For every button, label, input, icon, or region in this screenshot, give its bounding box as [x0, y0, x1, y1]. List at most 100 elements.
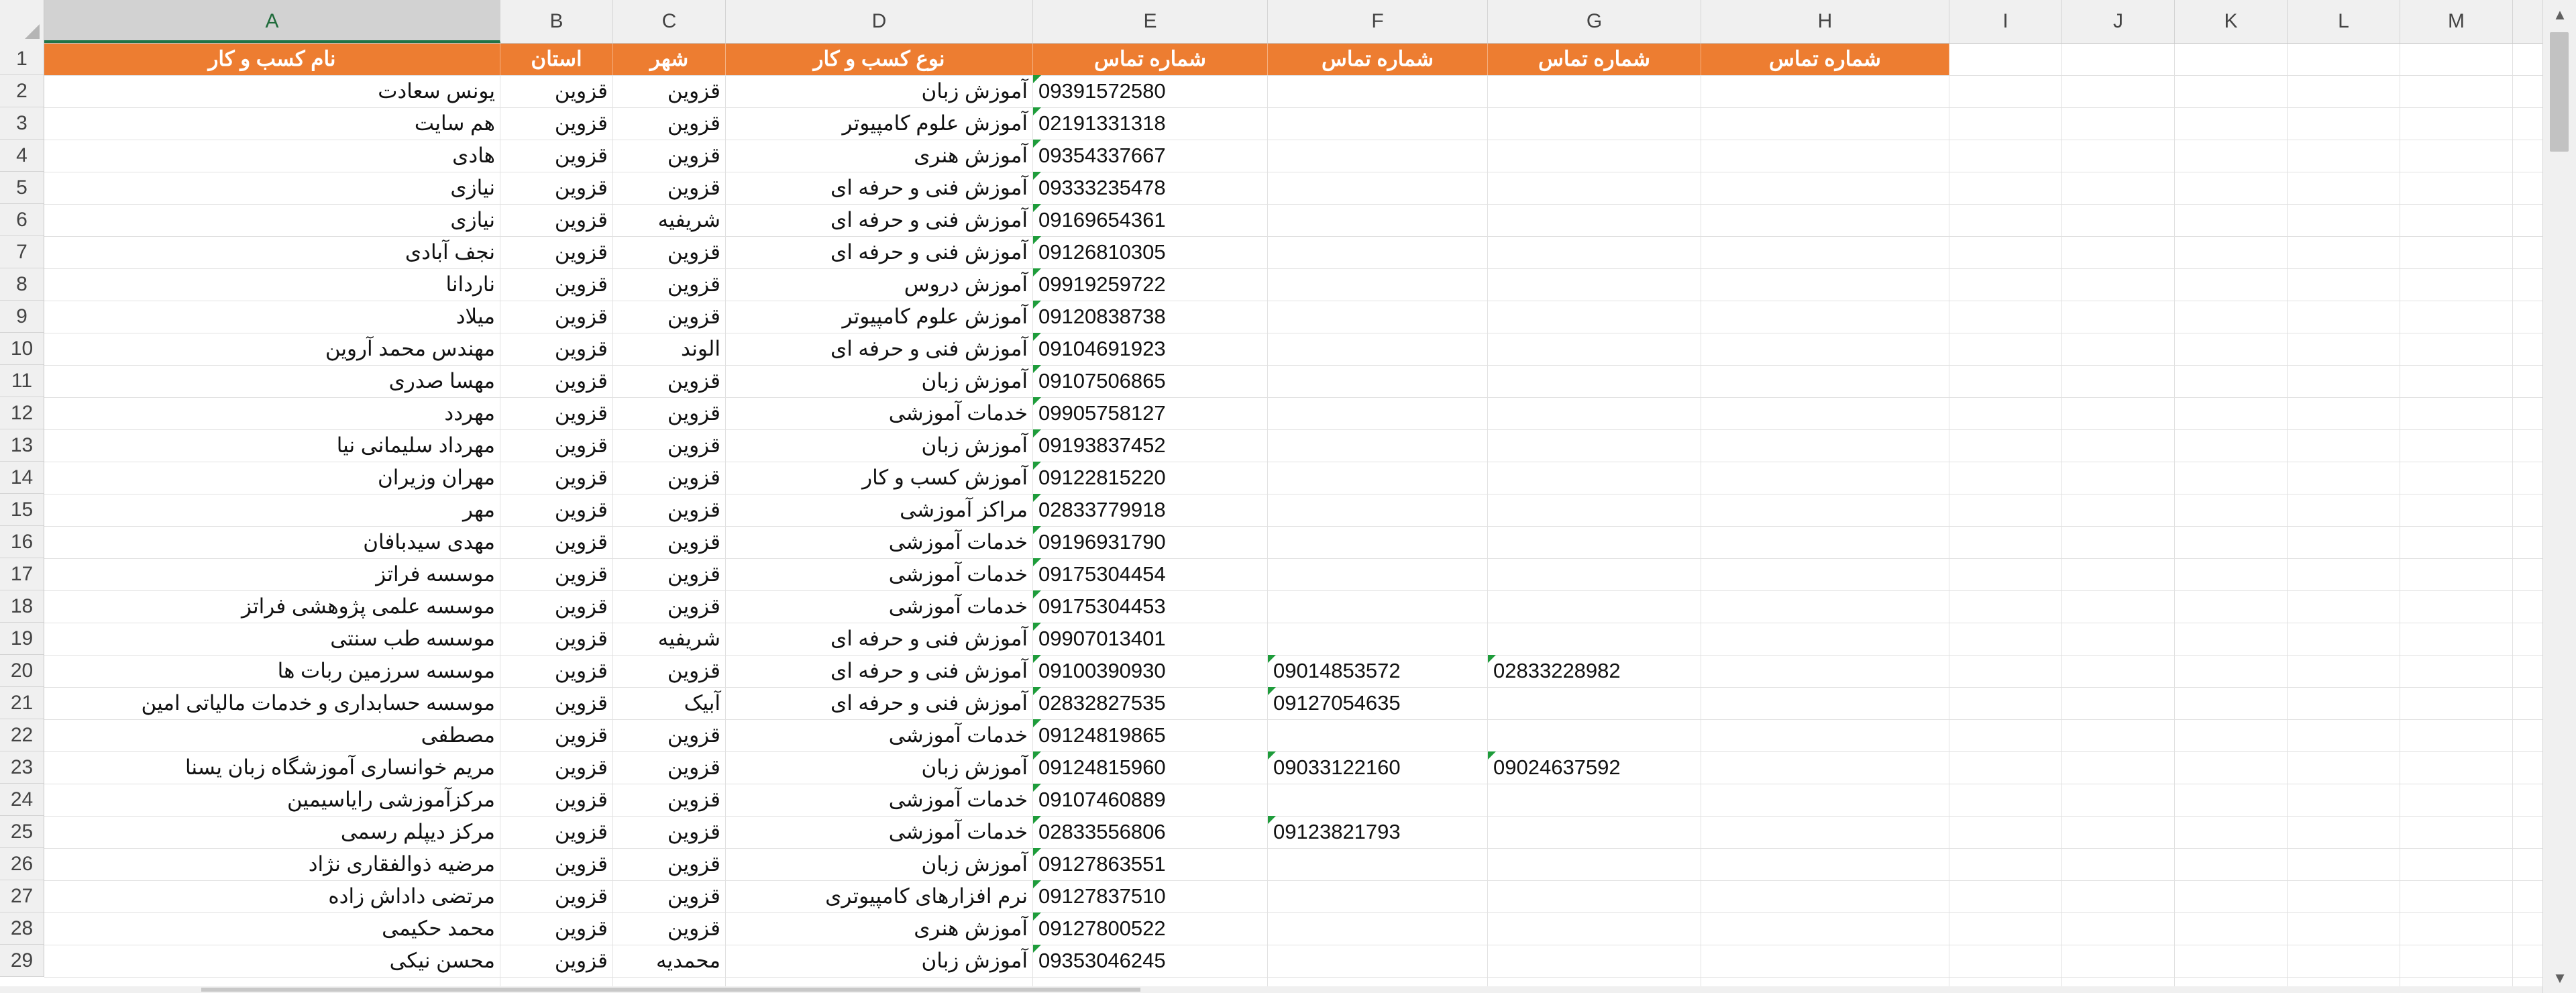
row-header-8[interactable]: 8 — [0, 268, 44, 301]
cell-d14[interactable]: آموزش کسب و کار — [726, 462, 1033, 494]
number-as-text-flag-icon[interactable] — [1033, 590, 1041, 598]
cell-d11[interactable]: آموزش زبان — [726, 365, 1033, 397]
cell-e11[interactable]: 09107506865 — [1033, 365, 1268, 397]
cell-d17[interactable]: خدمات آموزشی — [726, 558, 1033, 590]
cell-c9[interactable]: قزوین — [613, 301, 726, 333]
spreadsheet[interactable]: نام کسب و کار استان شهر نوع کسب و کار شماره … — [0, 0, 2576, 993]
cell-a1[interactable]: نام کسب و کار — [44, 43, 500, 75]
cell-f1[interactable]: شماره تماس — [1268, 43, 1488, 75]
horizontal-scrollbar[interactable] — [0, 986, 2542, 993]
number-as-text-flag-icon[interactable] — [1033, 623, 1041, 631]
cell-b21[interactable]: قزوین — [500, 687, 613, 719]
column-header-b[interactable]: B — [500, 0, 613, 43]
cell-c10[interactable]: الوند — [613, 333, 726, 365]
cell-h1[interactable]: شماره تماس — [1701, 43, 1949, 75]
cell-e9[interactable]: 09120838738 — [1033, 301, 1268, 333]
cell-c26[interactable]: قزوین — [613, 848, 726, 880]
number-as-text-flag-icon[interactable] — [1033, 945, 1041, 953]
cell-e6[interactable]: 09169654361 — [1033, 204, 1268, 236]
column-header-j[interactable]: J — [2062, 0, 2175, 43]
number-as-text-flag-icon[interactable] — [1033, 848, 1041, 856]
cell-b7[interactable]: قزوین — [500, 236, 613, 268]
cell-a26[interactable]: مرضیه ذوالفقاری نژاد — [44, 848, 500, 880]
number-as-text-flag-icon[interactable] — [1033, 655, 1041, 663]
cell-d27[interactable]: نرم افزارهای کامپیوتری — [726, 880, 1033, 912]
cell-d20[interactable]: آموزش فنی و حرفه ای — [726, 655, 1033, 687]
cell-d26[interactable]: آموزش زبان — [726, 848, 1033, 880]
scroll-up-icon[interactable]: ▲ — [2543, 0, 2576, 30]
cell-g1[interactable]: شماره تماس — [1488, 43, 1701, 75]
number-as-text-flag-icon[interactable] — [1033, 912, 1041, 921]
cell-e17[interactable]: 09175304454 — [1033, 558, 1268, 590]
cell-a10[interactable]: مهندس محمد آروین — [44, 333, 500, 365]
row-header-7[interactable]: 7 — [0, 236, 44, 268]
row-header-14[interactable]: 14 — [0, 462, 44, 494]
number-as-text-flag-icon[interactable] — [1033, 784, 1041, 792]
row-header-16[interactable]: 16 — [0, 526, 44, 558]
cell-c21[interactable]: آبیک — [613, 687, 726, 719]
cell-c12[interactable]: قزوین — [613, 397, 726, 429]
column-header-f[interactable]: F — [1268, 0, 1488, 43]
cell-f20[interactable]: 09014853572 — [1268, 655, 1488, 687]
cell-a20[interactable]: موسسه سرزمین ربات ها — [44, 655, 500, 687]
cell-g23[interactable]: 09024637592 — [1488, 751, 1701, 784]
cell-e24[interactable]: 09107460889 — [1033, 784, 1268, 816]
cell-a19[interactable]: موسسه طب سنتی — [44, 623, 500, 655]
cell-a14[interactable]: مهران وزیران — [44, 462, 500, 494]
cell-a23[interactable]: مریم خوانساری آموزشگاه زبان یسنا — [44, 751, 500, 784]
column-header-i[interactable]: I — [1949, 0, 2062, 43]
cell-d29[interactable]: آموزش زبان — [726, 945, 1033, 977]
cell-a28[interactable]: محمد حکیمی — [44, 912, 500, 945]
cell-e16[interactable]: 09196931790 — [1033, 526, 1268, 558]
column-header-g[interactable]: G — [1488, 0, 1701, 43]
cell-b8[interactable]: قزوین — [500, 268, 613, 301]
cell-d9[interactable]: آموزش علوم کامپیوتر — [726, 301, 1033, 333]
row-header-24[interactable]: 24 — [0, 784, 44, 816]
number-as-text-flag-icon[interactable] — [1033, 719, 1041, 727]
cell-a12[interactable]: مهردد — [44, 397, 500, 429]
cell-b1[interactable]: استان — [500, 43, 613, 75]
number-as-text-flag-icon[interactable] — [1033, 107, 1041, 115]
number-as-text-flag-icon[interactable] — [1268, 687, 1276, 695]
cell-b11[interactable]: قزوین — [500, 365, 613, 397]
column-header-d[interactable]: D — [726, 0, 1033, 43]
cell-b6[interactable]: قزوین — [500, 204, 613, 236]
cell-a29[interactable]: محسن نیکی — [44, 945, 500, 977]
cell-f23[interactable]: 09033122160 — [1268, 751, 1488, 784]
cell-d22[interactable]: خدمات آموزشی — [726, 719, 1033, 751]
cell-a11[interactable]: مهسا صدری — [44, 365, 500, 397]
cell-e21[interactable]: 02832827535 — [1033, 687, 1268, 719]
cell-b9[interactable]: قزوین — [500, 301, 613, 333]
column-header-a[interactable]: A — [44, 0, 500, 43]
number-as-text-flag-icon[interactable] — [1033, 236, 1041, 244]
row-header-29[interactable]: 29 — [0, 945, 44, 977]
cell-f21[interactable]: 09127054635 — [1268, 687, 1488, 719]
vertical-scroll-thumb[interactable] — [2550, 32, 2569, 152]
number-as-text-flag-icon[interactable] — [1033, 365, 1041, 373]
row-header-9[interactable]: 9 — [0, 301, 44, 333]
cell-b22[interactable]: قزوین — [500, 719, 613, 751]
cell-b13[interactable]: قزوین — [500, 429, 613, 462]
cell-e4[interactable]: 09354337667 — [1033, 140, 1268, 172]
row-header-10[interactable]: 10 — [0, 333, 44, 365]
cell-d5[interactable]: آموزش فنی و حرفه ای — [726, 172, 1033, 204]
cell-b20[interactable]: قزوین — [500, 655, 613, 687]
cell-c15[interactable]: قزوین — [613, 494, 726, 526]
number-as-text-flag-icon[interactable] — [1488, 751, 1496, 760]
cell-e27[interactable]: 09127837510 — [1033, 880, 1268, 912]
cell-c24[interactable]: قزوین — [613, 784, 726, 816]
cell-d25[interactable]: خدمات آموزشی — [726, 816, 1033, 848]
cell-a13[interactable]: مهرداد سلیمانی نیا — [44, 429, 500, 462]
cell-f25[interactable]: 09123821793 — [1268, 816, 1488, 848]
cell-b28[interactable]: قزوین — [500, 912, 613, 945]
cell-b14[interactable]: قزوین — [500, 462, 613, 494]
cell-d16[interactable]: خدمات آموزشی — [726, 526, 1033, 558]
cell-c5[interactable]: قزوین — [613, 172, 726, 204]
cell-c28[interactable]: قزوین — [613, 912, 726, 945]
cell-c19[interactable]: شریفیه — [613, 623, 726, 655]
cell-b17[interactable]: قزوین — [500, 558, 613, 590]
cell-b24[interactable]: قزوین — [500, 784, 613, 816]
number-as-text-flag-icon[interactable] — [1033, 397, 1041, 405]
number-as-text-flag-icon[interactable] — [1268, 655, 1276, 663]
cell-e12[interactable]: 09905758127 — [1033, 397, 1268, 429]
